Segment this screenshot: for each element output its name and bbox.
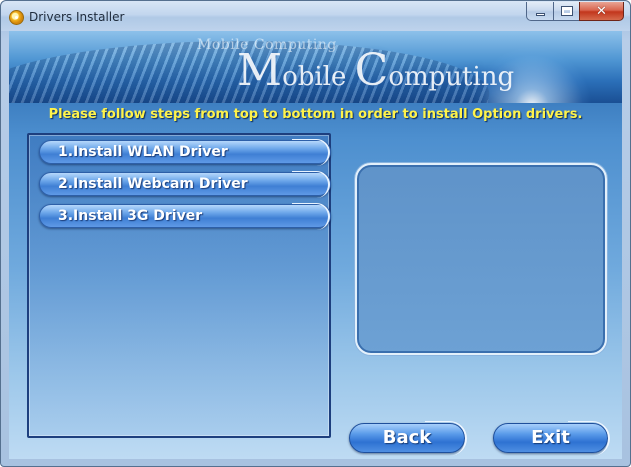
banner-letter-c: C bbox=[354, 45, 389, 96]
window-title: Drivers Installer bbox=[29, 10, 125, 24]
window-controls: ✕ bbox=[526, 2, 624, 21]
close-button[interactable]: ✕ bbox=[579, 2, 624, 21]
minimize-button[interactable] bbox=[526, 2, 553, 21]
preview-panel bbox=[355, 163, 607, 355]
minimize-icon bbox=[535, 12, 545, 16]
install-webcam-driver-button[interactable]: 2.Install Webcam Driver bbox=[39, 171, 331, 198]
driver-list-panel: 1.Install WLAN Driver 2.Install Webcam D… bbox=[27, 133, 331, 438]
back-button[interactable]: Back bbox=[349, 421, 467, 456]
maximize-icon bbox=[560, 6, 573, 16]
install-3g-driver-button[interactable]: 3.Install 3G Driver bbox=[39, 203, 331, 230]
instruction-text: Please follow steps from top to bottom i… bbox=[48, 107, 583, 122]
close-icon: ✕ bbox=[596, 3, 607, 19]
banner-logo-text: Mobile Computing bbox=[237, 45, 514, 96]
drivers-installer-window: Drivers Installer ✕ Mobile Computing Mob… bbox=[0, 0, 631, 467]
installer-disc-icon bbox=[9, 10, 24, 25]
banner-letter-m: M bbox=[237, 45, 283, 96]
title-bar[interactable]: Drivers Installer ✕ bbox=[1, 1, 630, 31]
mobile-computing-banner: Mobile Computing Mobile Computing bbox=[9, 31, 622, 103]
exit-button[interactable]: Exit bbox=[493, 421, 610, 456]
installer-client-area: Mobile Computing Mobile Computing Please… bbox=[9, 31, 622, 459]
maximize-button[interactable] bbox=[553, 2, 579, 21]
install-wlan-driver-button[interactable]: 1.Install WLAN Driver bbox=[39, 139, 331, 166]
banner-word-omputing: omputing bbox=[388, 62, 515, 92]
banner-word-obile: obile bbox=[282, 62, 355, 92]
